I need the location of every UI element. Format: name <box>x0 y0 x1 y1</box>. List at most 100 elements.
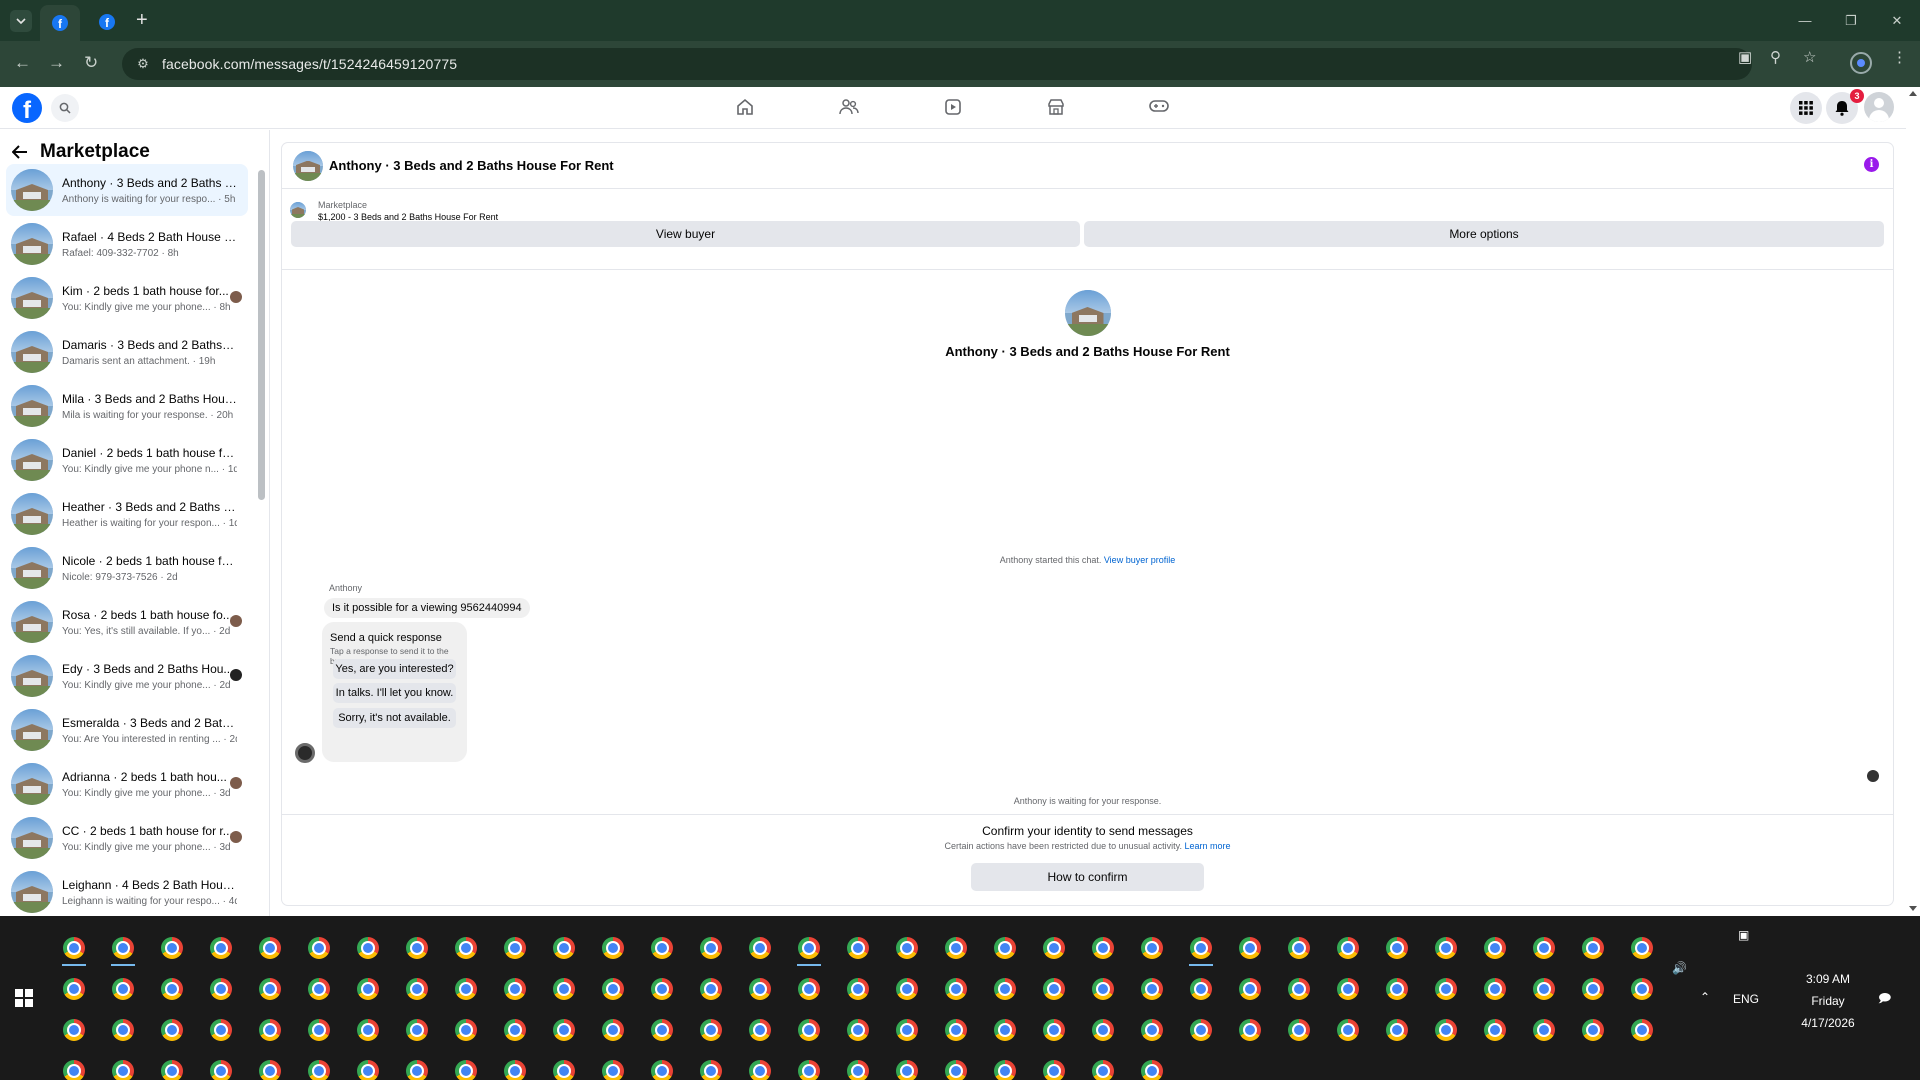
forward-arrow-icon[interactable]: → <box>48 53 65 73</box>
taskbar-app-icon[interactable] <box>54 972 94 1006</box>
taskbar-app-icon[interactable] <box>201 1054 241 1080</box>
account-avatar[interactable] <box>1864 92 1894 122</box>
address-bar[interactable]: ⚙ facebook.com/messages/t/15242464591207… <box>122 48 1752 80</box>
taskbar-app-icon[interactable] <box>495 1054 535 1080</box>
taskbar-app-icon[interactable] <box>1279 972 1319 1006</box>
taskbar-app-icon[interactable] <box>887 1054 927 1080</box>
conversation-item[interactable]: Anthony · 3 Beds and 2 Baths H... Anthony… <box>6 164 248 216</box>
taskbar-app-icon[interactable] <box>1475 931 1515 965</box>
taskbar-app-icon[interactable] <box>1475 972 1515 1006</box>
taskbar-app-icon[interactable] <box>789 1054 829 1080</box>
taskbar-app-icon[interactable] <box>985 1054 1025 1080</box>
minimize-icon[interactable]: — <box>1782 0 1828 41</box>
network-desktop-icon[interactable]: ▣ <box>1738 928 1749 942</box>
conversation-item[interactable]: Rafael · 4 Beds 2 Bath House Fo... Rafael… <box>6 218 248 270</box>
taskbar-app-icon[interactable] <box>152 972 192 1006</box>
taskbar-app-icon[interactable] <box>691 1054 731 1080</box>
taskbar-app-icon[interactable] <box>936 972 976 1006</box>
taskbar-app-icon[interactable] <box>397 931 437 965</box>
browser-tab[interactable]: f <box>94 9 120 35</box>
taskbar-app-icon[interactable] <box>1377 972 1417 1006</box>
taskbar-app-icon[interactable] <box>1083 1013 1123 1047</box>
taskbar-app-icon[interactable] <box>1426 931 1466 965</box>
taskbar-app-icon[interactable] <box>1622 1013 1662 1047</box>
menu-dots-icon[interactable]: ⋮ <box>1892 48 1907 66</box>
system-clock[interactable]: 3:09 AM Friday 4/17/2026 <box>1778 968 1878 1034</box>
conversation-item[interactable]: Nicole · 2 beds 1 bath house for... Nicol… <box>6 542 248 594</box>
taskbar-app-icon[interactable] <box>1132 931 1172 965</box>
taskbar-app-icon[interactable] <box>544 1013 584 1047</box>
taskbar-app-icon[interactable] <box>1230 1013 1270 1047</box>
taskbar-app-icon[interactable] <box>1573 1013 1613 1047</box>
url-text[interactable]: facebook.com/messages/t/1524246459120775 <box>162 56 457 72</box>
taskbar-app-icon[interactable] <box>201 972 241 1006</box>
taskbar-app-icon[interactable] <box>985 972 1025 1006</box>
reload-icon[interactable]: ↻ <box>84 53 98 73</box>
taskbar-app-icon[interactable] <box>1083 931 1123 965</box>
taskbar-app-icon[interactable] <box>1034 931 1074 965</box>
conversation-item[interactable]: Adrianna · 2 beds 1 bath hou... You: Kind… <box>6 758 248 810</box>
taskbar-app-icon[interactable] <box>887 931 927 965</box>
new-tab-button[interactable]: + <box>136 9 148 31</box>
taskbar-app-icon[interactable] <box>691 972 731 1006</box>
taskbar-app-icon[interactable] <box>54 931 94 966</box>
taskbar-app-icon[interactable] <box>1034 972 1074 1006</box>
back-arrow-icon[interactable]: ← <box>14 53 31 73</box>
taskbar-app-icon[interactable] <box>152 931 192 965</box>
taskbar-app-icon[interactable] <box>740 1054 780 1080</box>
taskbar-app-icon[interactable] <box>201 931 241 965</box>
sidebar-scrollbar[interactable] <box>257 142 265 906</box>
taskbar-app-icon[interactable] <box>1328 972 1368 1006</box>
more-options-button[interactable]: More options <box>1084 221 1884 247</box>
taskbar-app-icon[interactable] <box>740 1013 780 1047</box>
taskbar-app-icon[interactable] <box>691 931 731 965</box>
taskbar-app-icon[interactable] <box>1132 1013 1172 1047</box>
taskbar-app-icon[interactable] <box>1230 972 1270 1006</box>
taskbar-app-icon[interactable] <box>1524 931 1564 965</box>
taskbar-app-icon[interactable] <box>103 931 143 966</box>
watch-video-icon[interactable] <box>944 98 962 116</box>
taskbar-app-icon[interactable] <box>54 1054 94 1080</box>
quick-reply-button[interactable]: Yes, are you interested? <box>333 659 456 679</box>
taskbar-app-icon[interactable] <box>446 1013 486 1047</box>
taskbar-app-icon[interactable] <box>642 931 682 965</box>
language-indicator[interactable]: ENG <box>1733 992 1759 1006</box>
conversation-item[interactable]: CC · 2 beds 1 bath house for r... You: Ki… <box>6 812 248 864</box>
conversation-item[interactable]: Edy · 3 Beds and 2 Baths Hou... You: Kind… <box>6 650 248 702</box>
zoom-icon[interactable]: ⚲ <box>1770 48 1781 66</box>
conversation-item[interactable]: Damaris · 3 Beds and 2 Baths H... Damaris… <box>6 326 248 378</box>
taskbar-app-icon[interactable] <box>985 1013 1025 1047</box>
taskbar-app-icon[interactable] <box>348 1054 388 1080</box>
taskbar-app-icon[interactable] <box>348 1013 388 1047</box>
taskbar-app-icon[interactable] <box>495 931 535 965</box>
taskbar-app-icon[interactable] <box>446 1054 486 1080</box>
taskbar-app-icon[interactable] <box>397 972 437 1006</box>
taskbar-app-icon[interactable] <box>1083 1054 1123 1080</box>
taskbar-app-icon[interactable] <box>789 1013 829 1047</box>
taskbar-app-icon[interactable] <box>1475 1013 1515 1047</box>
learn-more-link[interactable]: Learn more <box>1184 841 1230 851</box>
taskbar-app-icon[interactable] <box>936 1013 976 1047</box>
volume-icon[interactable]: 🔊 <box>1672 961 1687 975</box>
profile-icon[interactable] <box>1850 52 1872 74</box>
taskbar-app-icon[interactable] <box>1622 931 1662 965</box>
taskbar-app-icon[interactable] <box>397 1054 437 1080</box>
taskbar-app-icon[interactable] <box>593 1013 633 1047</box>
taskbar-app-icon[interactable] <box>1622 972 1662 1006</box>
taskbar-app-icon[interactable] <box>1230 931 1270 965</box>
home-icon[interactable] <box>736 98 754 116</box>
taskbar-app-icon[interactable] <box>348 972 388 1006</box>
taskbar-app-icon[interactable] <box>593 931 633 965</box>
taskbar-app-icon[interactable] <box>1573 972 1613 1006</box>
taskbar-app-icon[interactable] <box>250 1013 290 1047</box>
site-info-icon[interactable]: ⚙ <box>134 55 152 73</box>
taskbar-app-icon[interactable] <box>544 1054 584 1080</box>
taskbar-app-icon[interactable] <box>1377 1013 1417 1047</box>
chat-title[interactable]: Anthony · 3 Beds and 2 Baths House For R… <box>329 158 614 173</box>
taskbar-app-icon[interactable] <box>152 1013 192 1047</box>
taskbar-app-icon[interactable] <box>642 1054 682 1080</box>
marketplace-icon[interactable] <box>1047 98 1065 116</box>
conversation-item[interactable]: Daniel · 2 beds 1 bath house for... You: … <box>6 434 248 486</box>
taskbar-app-icon[interactable] <box>593 1054 633 1080</box>
taskbar-app-icon[interactable] <box>1426 972 1466 1006</box>
